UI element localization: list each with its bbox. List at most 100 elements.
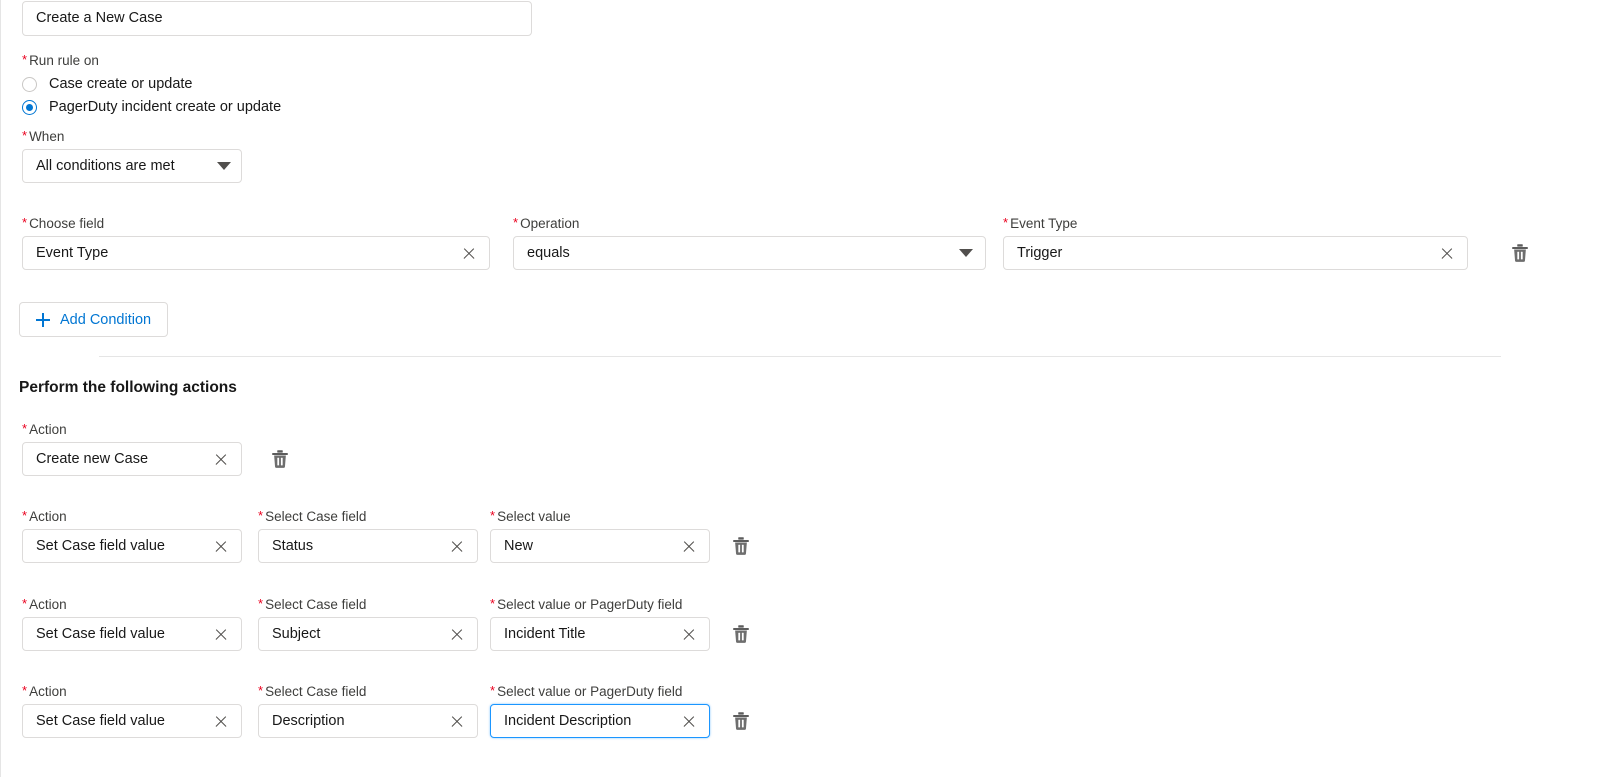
select-case-field-value: Subject [272, 626, 321, 642]
operation-value: equals [527, 245, 570, 261]
when-select[interactable]: All conditions are met [22, 149, 242, 183]
select-value-input[interactable]: Incident Title [490, 617, 710, 651]
action-label: * Action [22, 683, 242, 700]
trash-icon[interactable] [730, 623, 752, 645]
select-case-field-input[interactable]: Status [258, 529, 478, 563]
action-value: Set Case field value [36, 538, 165, 554]
radio-pagerduty-incident-create-or-update[interactable]: PagerDuty incident create or update [22, 96, 281, 118]
select-value-label-text: Select value or PagerDuty field [497, 684, 683, 699]
clear-icon[interactable] [447, 711, 467, 731]
choose-field-input[interactable]: Event Type [22, 236, 490, 270]
action-label-text: Action [29, 684, 67, 699]
action-label: * Action [22, 421, 242, 438]
choose-field-value: Event Type [36, 245, 109, 261]
event-type-value: Trigger [1017, 245, 1063, 261]
required-asterisk: * [258, 683, 264, 698]
when-value: All conditions are met [36, 158, 175, 174]
add-condition-label: Add Condition [60, 311, 152, 328]
required-asterisk: * [513, 215, 519, 230]
clear-icon[interactable] [211, 536, 231, 556]
operation-select[interactable]: equals [513, 236, 986, 270]
action-input[interactable]: Create new Case [22, 442, 242, 476]
clear-icon[interactable] [679, 711, 699, 731]
select-value-value: New [504, 538, 534, 554]
value-field-column: * Select value New [490, 508, 710, 563]
rule-name-input[interactable]: Create a New Case [22, 1, 532, 36]
action-input[interactable]: Set Case field value [22, 529, 242, 563]
action-column: * Action Create new Case [22, 421, 242, 476]
trash-icon[interactable] [269, 448, 291, 470]
condition-operation-column: * Operation equals [513, 215, 986, 270]
clear-icon[interactable] [1437, 243, 1457, 263]
actions-section-heading: Perform the following actions [19, 379, 237, 396]
select-case-field-label-text: Select Case field [265, 597, 367, 612]
select-case-field-label: * Select Case field [258, 508, 478, 525]
action-label-text: Action [29, 597, 67, 612]
case-field-column: * Select Case field Subject [258, 596, 478, 651]
radio-icon-checked[interactable] [22, 99, 37, 115]
required-asterisk: * [490, 596, 496, 611]
action-value: Create new Case [36, 451, 149, 467]
action-value: Set Case field value [36, 713, 165, 729]
section-divider [99, 356, 1501, 357]
clear-icon[interactable] [211, 711, 231, 731]
action-row: * Action Create new Case [1, 421, 1600, 478]
radio-icon-unchecked[interactable] [22, 76, 37, 92]
required-asterisk: * [22, 596, 28, 611]
trash-icon[interactable] [1509, 242, 1531, 264]
required-asterisk: * [22, 683, 28, 698]
required-asterisk: * [490, 508, 496, 523]
action-label-text: Action [29, 422, 67, 437]
delete-action-button[interactable] [730, 710, 752, 732]
delete-action-button[interactable] [730, 623, 752, 645]
delete-action-button[interactable] [730, 535, 752, 557]
event-type-input[interactable]: Trigger [1003, 236, 1468, 270]
rule-name-value: Create a New Case [36, 11, 163, 26]
event-type-label: * Event Type [1003, 215, 1468, 232]
select-value-label-text: Select value or PagerDuty field [497, 597, 683, 612]
select-value-label-text: Select value [497, 509, 571, 524]
action-column: * Action Set Case field value [22, 596, 242, 651]
action-input[interactable]: Set Case field value [22, 617, 242, 651]
delete-condition-button[interactable] [1509, 242, 1531, 264]
clear-icon[interactable] [211, 449, 231, 469]
required-asterisk: * [22, 508, 28, 523]
select-case-field-input[interactable]: Subject [258, 617, 478, 651]
select-case-field-label: * Select Case field [258, 683, 478, 700]
action-label: * Action [22, 508, 242, 525]
action-row: * Action Set Case field value * Select Cas… [1, 596, 1600, 653]
action-label: * Action [22, 596, 242, 613]
chevron-down-icon[interactable] [217, 162, 231, 170]
operation-label-text: Operation [520, 216, 580, 231]
clear-icon[interactable] [447, 624, 467, 644]
chevron-down-icon[interactable] [959, 249, 973, 257]
action-input[interactable]: Set Case field value [22, 704, 242, 738]
action-row: * Action Set Case field value * Select Cas… [1, 508, 1600, 565]
radio-case-create-or-update[interactable]: Case create or update [22, 73, 281, 95]
case-field-column: * Select Case field Description [258, 683, 478, 738]
trash-icon[interactable] [730, 710, 752, 732]
required-asterisk: * [258, 596, 264, 611]
clear-icon[interactable] [459, 243, 479, 263]
delete-action-button[interactable] [269, 448, 291, 470]
clear-icon[interactable] [447, 536, 467, 556]
select-case-field-value: Description [272, 713, 345, 729]
select-value-value: Incident Description [504, 713, 632, 729]
select-value-input[interactable]: New [490, 529, 710, 563]
when-label-text: When [29, 129, 65, 144]
trash-icon[interactable] [730, 535, 752, 557]
radio-label-case-create-or-update: Case create or update [49, 76, 193, 92]
action-label-text: Action [29, 509, 67, 524]
add-condition-button[interactable]: Add Condition [19, 302, 169, 337]
select-value-input[interactable]: Incident Description [490, 704, 710, 738]
clear-icon[interactable] [211, 624, 231, 644]
select-value-label: * Select value or PagerDuty field [490, 683, 710, 700]
clear-icon[interactable] [679, 536, 699, 556]
required-asterisk: * [1003, 215, 1009, 230]
required-asterisk: * [258, 508, 264, 523]
radio-label-pagerduty-incident-create-or-update: PagerDuty incident create or update [49, 99, 282, 115]
choose-field-label: * Choose field [22, 215, 490, 232]
clear-icon[interactable] [679, 624, 699, 644]
select-case-field-input[interactable]: Description [258, 704, 478, 738]
event-type-label-text: Event Type [1010, 216, 1078, 231]
